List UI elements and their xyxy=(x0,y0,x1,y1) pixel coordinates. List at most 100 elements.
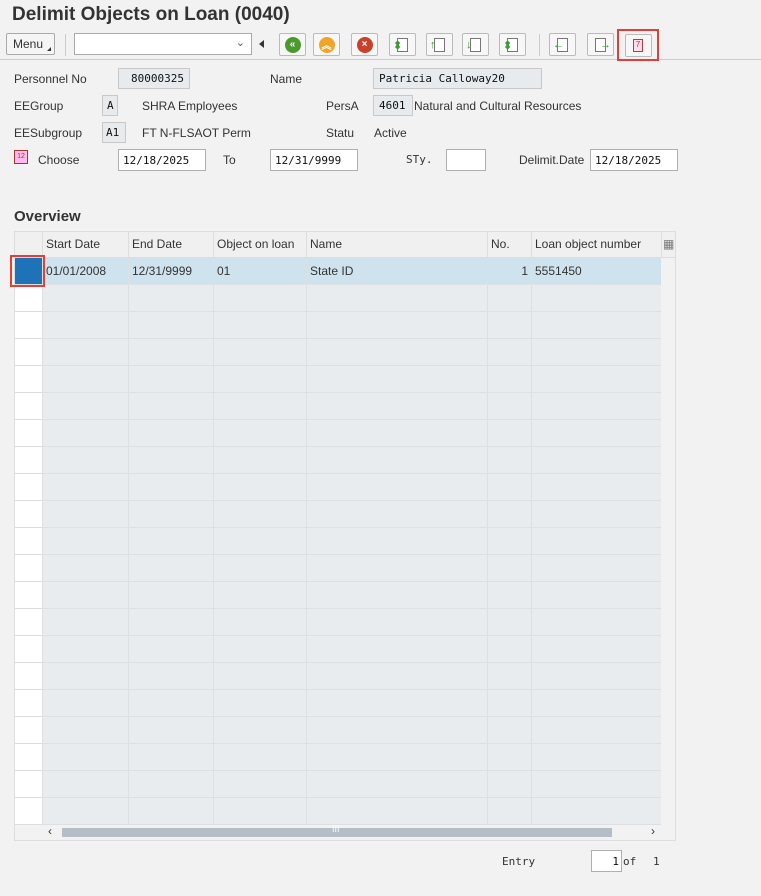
table-cell[interactable]: 01 xyxy=(213,258,306,285)
table-cell[interactable] xyxy=(42,555,128,582)
table-cell[interactable] xyxy=(128,474,213,501)
column-header-no[interactable]: No. xyxy=(487,232,531,258)
table-cell[interactable] xyxy=(306,744,487,771)
table-cell[interactable] xyxy=(128,582,213,609)
table-row[interactable]: 01/01/2008 12/31/9999 01 State ID 1 5551450 xyxy=(15,258,661,285)
table-cell[interactable] xyxy=(531,285,661,312)
table-cell[interactable] xyxy=(306,771,487,798)
table-cell[interactable] xyxy=(487,474,531,501)
table-cell[interactable] xyxy=(213,609,306,636)
row-selector[interactable] xyxy=(15,744,42,771)
sty-input[interactable] xyxy=(446,149,486,171)
table-cell[interactable] xyxy=(306,420,487,447)
table-cell[interactable] xyxy=(306,474,487,501)
table-cell[interactable] xyxy=(531,744,661,771)
table-cell[interactable] xyxy=(128,285,213,312)
table-cell[interactable] xyxy=(487,690,531,717)
row-selector[interactable] xyxy=(15,555,42,582)
table-cell[interactable] xyxy=(531,717,661,744)
table-cell[interactable]: 5551450 xyxy=(531,258,661,285)
table-cell[interactable] xyxy=(128,636,213,663)
row-selector[interactable] xyxy=(15,420,42,447)
choose-from-input[interactable]: 12/18/2025 xyxy=(118,149,206,171)
row-selector[interactable] xyxy=(15,717,42,744)
table-row[interactable] xyxy=(15,582,661,609)
table-cell[interactable] xyxy=(531,771,661,798)
table-row[interactable] xyxy=(15,555,661,582)
table-cell[interactable] xyxy=(531,501,661,528)
table-cell[interactable] xyxy=(213,366,306,393)
table-cell[interactable] xyxy=(128,420,213,447)
table-cell[interactable] xyxy=(531,312,661,339)
table-cell[interactable] xyxy=(213,474,306,501)
back-button[interactable]: « xyxy=(279,33,306,56)
row-selector[interactable] xyxy=(15,798,42,825)
row-selector[interactable] xyxy=(15,690,42,717)
row-selector[interactable] xyxy=(15,366,42,393)
row-selector[interactable] xyxy=(15,663,42,690)
table-cell[interactable] xyxy=(306,285,487,312)
scroll-thumb[interactable]: III xyxy=(62,824,612,837)
table-cell[interactable] xyxy=(213,528,306,555)
table-cell[interactable] xyxy=(306,501,487,528)
horizontal-scrollbar[interactable]: ‹ III › xyxy=(42,824,661,841)
table-cell[interactable] xyxy=(306,447,487,474)
table-row[interactable] xyxy=(15,285,661,312)
table-cell[interactable] xyxy=(128,528,213,555)
table-cell[interactable] xyxy=(42,690,128,717)
table-cell[interactable] xyxy=(531,663,661,690)
table-cell[interactable] xyxy=(42,366,128,393)
table-cell[interactable] xyxy=(487,717,531,744)
table-cell[interactable] xyxy=(487,663,531,690)
table-cell[interactable] xyxy=(42,636,128,663)
table-cell[interactable] xyxy=(213,636,306,663)
table-row[interactable] xyxy=(15,474,661,501)
table-cell[interactable] xyxy=(213,447,306,474)
table-cell[interactable] xyxy=(531,339,661,366)
row-selector[interactable] xyxy=(15,501,42,528)
table-cell[interactable] xyxy=(128,447,213,474)
row-selector[interactable] xyxy=(15,609,42,636)
table-cell[interactable] xyxy=(128,771,213,798)
table-cell[interactable] xyxy=(531,555,661,582)
table-cell[interactable] xyxy=(213,420,306,447)
table-cell[interactable] xyxy=(128,312,213,339)
table-cell[interactable] xyxy=(306,366,487,393)
table-cell[interactable] xyxy=(306,609,487,636)
cancel-button[interactable]: × xyxy=(351,33,378,56)
table-row[interactable] xyxy=(15,339,661,366)
table-row[interactable] xyxy=(15,798,661,825)
table-cell[interactable]: State ID xyxy=(306,258,487,285)
table-cell[interactable] xyxy=(531,528,661,555)
table-cell[interactable] xyxy=(531,582,661,609)
table-cell[interactable] xyxy=(128,366,213,393)
table-cell[interactable] xyxy=(306,636,487,663)
table-cell[interactable] xyxy=(487,582,531,609)
table-row[interactable] xyxy=(15,690,661,717)
table-cell[interactable] xyxy=(487,447,531,474)
row-selector[interactable] xyxy=(15,582,42,609)
last-page-button[interactable]: ⇕ xyxy=(499,33,526,56)
table-cell[interactable] xyxy=(306,312,487,339)
chevron-down-icon[interactable]: ⌄ xyxy=(236,36,245,49)
entry-input[interactable]: 1 xyxy=(591,850,622,872)
table-cell[interactable] xyxy=(531,636,661,663)
table-cell[interactable] xyxy=(487,528,531,555)
exit-button[interactable]: ︽ xyxy=(313,33,340,56)
table-cell[interactable] xyxy=(487,339,531,366)
table-cell[interactable] xyxy=(42,474,128,501)
table-cell[interactable] xyxy=(42,609,128,636)
table-cell[interactable] xyxy=(487,393,531,420)
calendar-choose-icon[interactable]: 12 xyxy=(14,150,28,164)
table-cell[interactable] xyxy=(213,555,306,582)
table-cell[interactable] xyxy=(128,690,213,717)
collapse-arrow-icon[interactable] xyxy=(259,40,264,48)
table-cell[interactable] xyxy=(213,798,306,825)
table-cell[interactable] xyxy=(128,609,213,636)
table-row[interactable] xyxy=(15,447,661,474)
table-cell[interactable] xyxy=(531,609,661,636)
next-page-button[interactable]: ↓ xyxy=(462,33,489,56)
table-cell[interactable] xyxy=(306,717,487,744)
table-cell[interactable] xyxy=(213,312,306,339)
table-cell[interactable] xyxy=(306,798,487,825)
